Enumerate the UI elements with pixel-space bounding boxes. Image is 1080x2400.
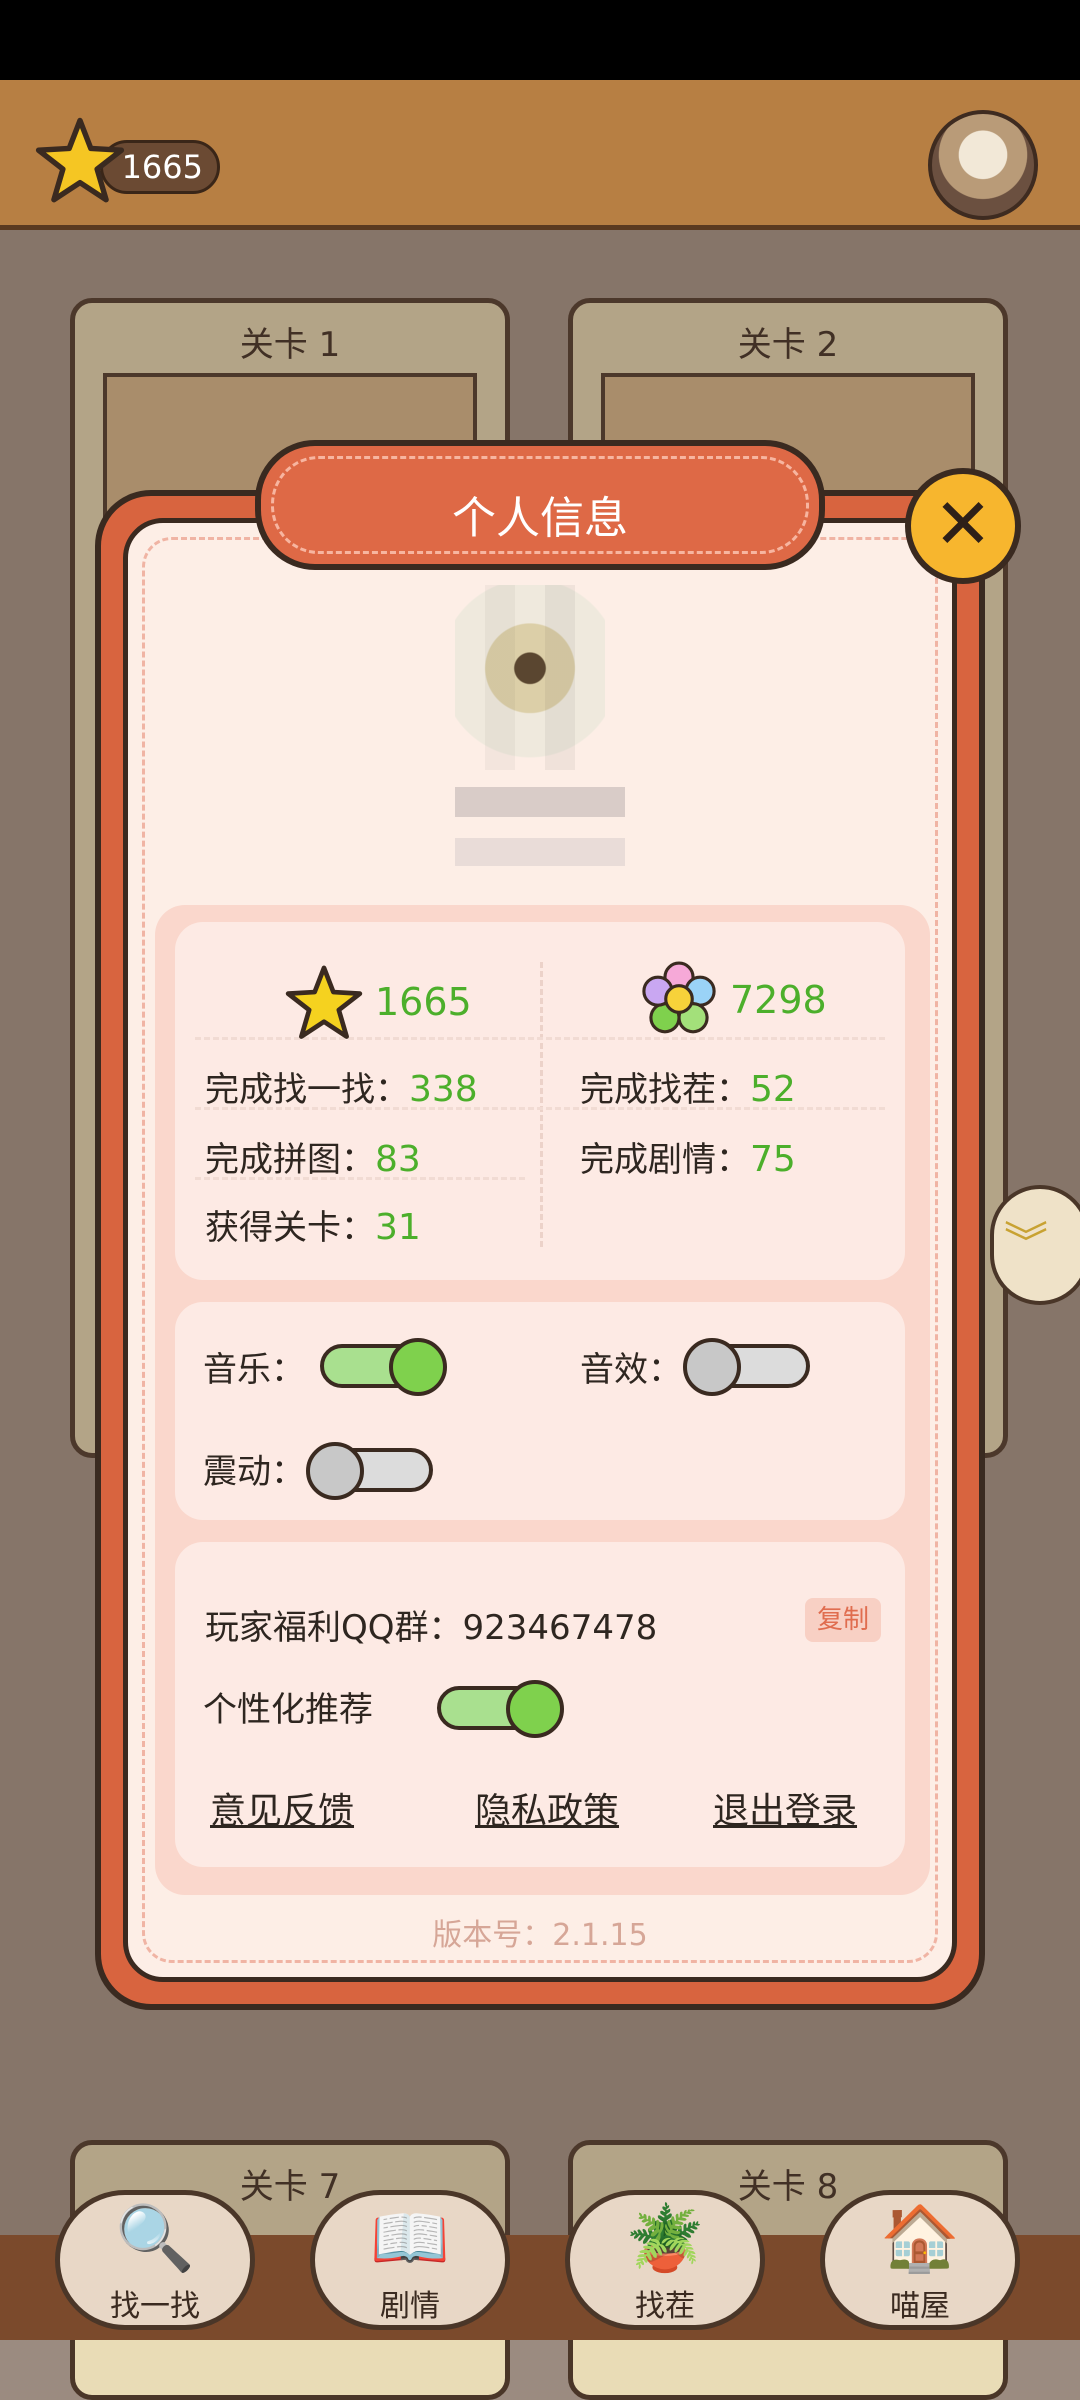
stat-value: 31 [375, 1207, 421, 1248]
music-label: 音乐： [203, 1350, 305, 1390]
feedback-link[interactable]: 意见反馈 [210, 1782, 354, 1834]
vibration-toggle[interactable] [306, 1442, 433, 1500]
magnifier-icon: 🔍 [115, 2202, 195, 2276]
status-bar [0, 0, 1080, 80]
personalize-toggle[interactable] [437, 1680, 564, 1738]
copy-button[interactable]: 复制 [805, 1598, 881, 1642]
plants-icon: 🪴 [625, 2202, 705, 2276]
stat-label: 完成拼图： [205, 1140, 375, 1180]
logout-link[interactable]: 退出登录 [713, 1782, 857, 1834]
top-bar: 1665 [0, 80, 1080, 230]
stats-section: 1665 7298 完成找一找：338 完成找茬：52 完成拼图：83 完成剧情… [175, 922, 905, 1280]
profile-id-redacted [455, 838, 625, 866]
nav-find[interactable]: 🔍 找一找 [55, 2190, 255, 2330]
nav-label: 剧情 [380, 2289, 440, 2324]
stat-story: 完成剧情：75 [580, 1132, 796, 1181]
stat-label: 获得关卡： [205, 1208, 375, 1248]
vibration-label: 震动： [203, 1452, 305, 1492]
house-icon: 🏠 [880, 2202, 960, 2276]
personalize-label: 个性化推荐 [203, 1690, 373, 1730]
stat-label: 完成找茬： [580, 1070, 750, 1110]
nav-cat-house[interactable]: 🏠 喵屋 [820, 2190, 1020, 2330]
qq-number: 923467478 [462, 1608, 658, 1648]
toggle-knob [683, 1338, 741, 1396]
flowers-total: 7298 [640, 960, 840, 1040]
stat-value: 52 [750, 1069, 796, 1110]
book-icon: 📖 [370, 2202, 450, 2276]
misc-section: 玩家福利QQ群：923467478 复制 个性化推荐 意见反馈 隐私政策 退出登… [175, 1542, 905, 1867]
stat-levels: 获得关卡：31 [205, 1200, 421, 1249]
profile-name-redacted [455, 787, 625, 817]
profile-avatar [455, 585, 605, 770]
music-toggle[interactable] [320, 1338, 447, 1396]
scroll-down-chevron-icon[interactable]: ︾ [990, 1185, 1080, 1305]
modal-header: 个人信息 [255, 440, 825, 570]
stars-value: 1665 [375, 980, 472, 1024]
stat-value: 338 [409, 1069, 478, 1110]
stars-total: 1665 [285, 964, 485, 1044]
nav-label: 找茬 [635, 2289, 695, 2324]
nav-spot-difference[interactable]: 🪴 找茬 [565, 2190, 765, 2330]
version-label: 版本号：2.1.15 [432, 1918, 648, 1953]
stat-label: 完成剧情： [580, 1140, 750, 1180]
flowers-value: 7298 [730, 978, 827, 1022]
qq-label: 玩家福利QQ群： [205, 1608, 463, 1648]
stat-spot-difference: 完成找茬：52 [580, 1062, 796, 1111]
stat-value: 83 [375, 1139, 421, 1180]
modal-title: 个人信息 [452, 493, 628, 544]
stat-value: 75 [750, 1139, 796, 1180]
sfx-label: 音效： [580, 1350, 682, 1390]
flower-icon [642, 961, 716, 1034]
coin-count: 1665 [121, 148, 203, 186]
toggle-knob [389, 1338, 447, 1396]
stat-label: 完成找一找： [205, 1070, 409, 1110]
sfx-toggle[interactable] [683, 1338, 810, 1396]
privacy-link[interactable]: 隐私政策 [475, 1782, 619, 1834]
stat-puzzle: 完成拼图：83 [205, 1132, 421, 1181]
toggle-knob [306, 1442, 364, 1500]
nav-label: 找一找 [110, 2289, 200, 2324]
qq-group: 玩家福利QQ群：923467478 [205, 1600, 657, 1649]
star-icon [285, 965, 363, 1039]
close-icon: ✕ [933, 483, 993, 565]
stat-find: 完成找一找：338 [205, 1062, 478, 1111]
toggle-knob [506, 1680, 564, 1738]
user-avatar[interactable] [928, 110, 1038, 220]
close-button[interactable]: ✕ [905, 468, 1021, 584]
nav-story[interactable]: 📖 剧情 [310, 2190, 510, 2330]
nav-label: 喵屋 [890, 2289, 950, 2324]
settings-section: 音乐： 音效： 震动： [175, 1302, 905, 1520]
star-icon [35, 117, 125, 203]
